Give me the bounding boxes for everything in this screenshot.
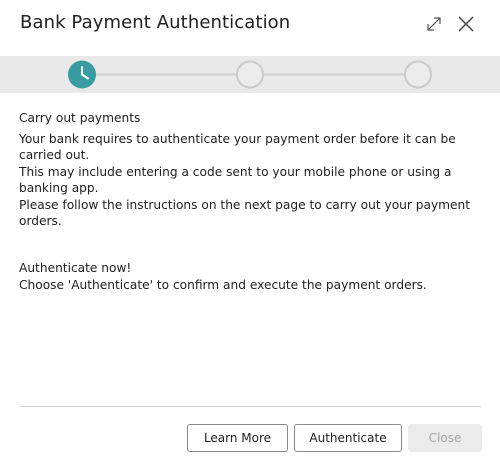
expand-icon[interactable] xyxy=(423,13,445,35)
text-line: Choose 'Authenticate' to confirm and exe… xyxy=(19,278,427,292)
text-line: Please follow the instructions on the ne… xyxy=(19,197,471,229)
authenticate-button[interactable]: Authenticate xyxy=(294,424,402,452)
stepper-step-2 xyxy=(236,60,264,89)
section-text: Your bank requires to authenticate your … xyxy=(19,131,488,230)
dialog-title: Bank Payment Authentication xyxy=(20,12,291,33)
carry-out-payments-section: Carry out payments Your bank requires to… xyxy=(19,110,488,230)
text-line: Your bank requires to authenticate your … xyxy=(19,131,456,163)
dialog-content: Carry out payments Your bank requires to… xyxy=(19,110,488,294)
section-heading: Carry out payments xyxy=(19,111,141,125)
footer-divider xyxy=(20,406,481,407)
wizard-stepper xyxy=(0,56,500,93)
authenticate-now-section: Authenticate now! Choose 'Authenticate' … xyxy=(19,260,488,294)
close-button[interactable]: Close xyxy=(408,424,482,452)
close-icon[interactable] xyxy=(455,13,477,35)
bank-payment-authentication-dialog: Bank Payment Authentication Carry out pa… xyxy=(0,0,500,471)
section-text: Choose 'Authenticate' to confirm and exe… xyxy=(19,277,488,294)
text-line: This may include entering a code sent to… xyxy=(19,164,452,196)
learn-more-button[interactable]: Learn More xyxy=(187,424,288,452)
stepper-step-1-current xyxy=(68,60,96,89)
stepper-step-3 xyxy=(404,60,432,89)
section-heading: Authenticate now! xyxy=(19,260,132,275)
